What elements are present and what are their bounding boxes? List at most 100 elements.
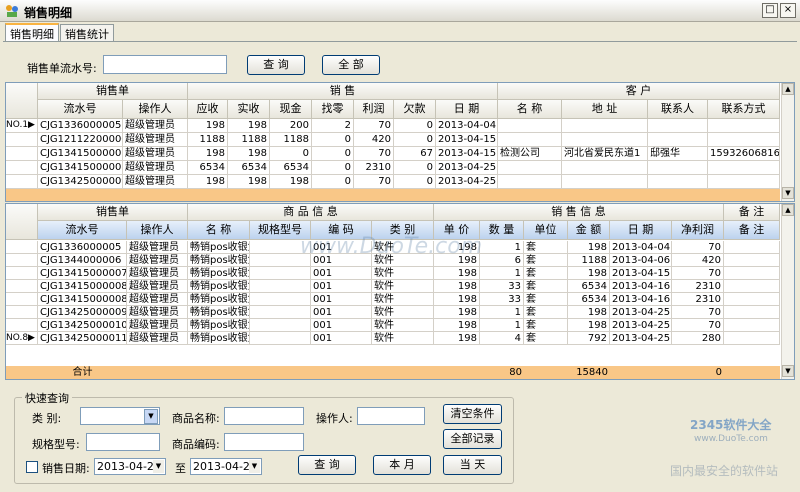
- scroll-up-icon[interactable]: ▲: [782, 204, 794, 216]
- this-month-button[interactable]: 本 月: [373, 455, 431, 475]
- scroll-down-icon[interactable]: ▼: [782, 187, 794, 199]
- table-cell[interactable]: 超级管理员: [127, 267, 188, 280]
- table-cell[interactable]: 畅销pos收银免费版: [188, 319, 250, 332]
- row-header[interactable]: [6, 267, 38, 280]
- table-cell[interactable]: 198: [188, 147, 228, 161]
- table-cell[interactable]: 超级管理员: [127, 293, 188, 306]
- table-cell[interactable]: [648, 119, 708, 133]
- table-cell[interactable]: 检测公司: [498, 147, 562, 161]
- column-header[interactable]: 日 期: [436, 100, 498, 119]
- table-cell[interactable]: 001: [311, 293, 372, 306]
- column-header[interactable]: 备 注: [724, 221, 780, 240]
- table-cell[interactable]: 软件: [372, 332, 434, 345]
- table-cell[interactable]: [648, 161, 708, 175]
- table-cell[interactable]: 畅销pos收银免费版: [188, 332, 250, 345]
- row-header[interactable]: [6, 147, 38, 161]
- table-cell[interactable]: [562, 175, 648, 189]
- table-cell[interactable]: 198: [188, 119, 228, 133]
- operator-input[interactable]: [357, 407, 425, 425]
- table-cell[interactable]: 超级管理员: [127, 241, 188, 254]
- table-cell[interactable]: 198: [434, 267, 480, 280]
- row-header[interactable]: [6, 133, 38, 147]
- column-header[interactable]: 金 额: [568, 221, 610, 240]
- table-cell[interactable]: 198: [228, 175, 270, 189]
- table-cell[interactable]: 1: [480, 306, 524, 319]
- serial-input[interactable]: [103, 55, 227, 74]
- table-cell[interactable]: 198: [434, 319, 480, 332]
- table-cell[interactable]: 198: [568, 267, 610, 280]
- row-header[interactable]: [6, 241, 38, 254]
- column-header[interactable]: 利润: [354, 100, 394, 119]
- column-header[interactable]: 找零: [312, 100, 354, 119]
- table-cell[interactable]: 2013-04-25: [436, 161, 498, 175]
- table-cell[interactable]: 198: [188, 175, 228, 189]
- table-cell[interactable]: 软件: [372, 319, 434, 332]
- table-cell[interactable]: 6534: [228, 161, 270, 175]
- column-header[interactable]: 流水号: [38, 100, 123, 119]
- column-header[interactable]: 现金: [270, 100, 312, 119]
- table-cell[interactable]: [250, 306, 311, 319]
- table-cell[interactable]: [648, 133, 708, 147]
- table-cell[interactable]: [562, 119, 648, 133]
- table-cell[interactable]: 200: [270, 119, 312, 133]
- category-select[interactable]: ▼: [80, 407, 160, 425]
- table-cell[interactable]: 420: [354, 133, 394, 147]
- table-cell[interactable]: [498, 119, 562, 133]
- table-cell[interactable]: 畅销pos收银免费版: [188, 293, 250, 306]
- table-cell[interactable]: [708, 175, 780, 189]
- table-cell[interactable]: 0: [394, 133, 436, 147]
- table-cell[interactable]: CJG121122000002: [38, 133, 123, 147]
- table-cell[interactable]: 2310: [672, 293, 724, 306]
- table-cell[interactable]: 198: [270, 175, 312, 189]
- table-cell[interactable]: 001: [311, 280, 372, 293]
- table-cell[interactable]: 畅销pos收银免费版: [188, 280, 250, 293]
- table-cell[interactable]: 2013-04-04: [436, 119, 498, 133]
- table-cell[interactable]: [708, 133, 780, 147]
- table-cell[interactable]: 6534: [568, 293, 610, 306]
- table-cell[interactable]: [250, 267, 311, 280]
- table-cell[interactable]: 2013-04-04: [610, 241, 672, 254]
- row-header[interactable]: [6, 280, 38, 293]
- show-all-button[interactable]: 全 部: [322, 55, 380, 75]
- column-header[interactable]: 应收: [188, 100, 228, 119]
- table-cell[interactable]: 33: [480, 293, 524, 306]
- table-cell[interactable]: 套: [524, 293, 568, 306]
- table-cell[interactable]: 2013-04-15: [436, 147, 498, 161]
- table-cell[interactable]: 001: [311, 267, 372, 280]
- table-cell[interactable]: 198: [434, 293, 480, 306]
- table-cell[interactable]: 2310: [672, 280, 724, 293]
- table-cell[interactable]: 2: [312, 119, 354, 133]
- table-cell[interactable]: 198: [568, 319, 610, 332]
- table-cell[interactable]: 001: [311, 319, 372, 332]
- table-cell[interactable]: 软件: [372, 306, 434, 319]
- table-cell[interactable]: [708, 119, 780, 133]
- column-header[interactable]: 实收: [228, 100, 270, 119]
- table-cell[interactable]: [724, 241, 780, 254]
- table-cell[interactable]: [708, 161, 780, 175]
- table-cell[interactable]: 套: [524, 241, 568, 254]
- column-header[interactable]: 地 址: [562, 100, 648, 119]
- row-header[interactable]: [6, 293, 38, 306]
- table-cell[interactable]: 0: [270, 147, 312, 161]
- table-cell[interactable]: 超级管理员: [127, 280, 188, 293]
- table-cell[interactable]: 软件: [372, 280, 434, 293]
- table-cell[interactable]: 2013-04-25: [610, 319, 672, 332]
- table-cell[interactable]: 2013-04-16: [610, 293, 672, 306]
- spec-input[interactable]: [86, 433, 160, 451]
- table-cell[interactable]: 套: [524, 254, 568, 267]
- table-cell[interactable]: 198: [434, 280, 480, 293]
- table-cell[interactable]: 0: [394, 161, 436, 175]
- table-cell[interactable]: 70: [354, 147, 394, 161]
- table-cell[interactable]: CJG13415000008: [38, 161, 123, 175]
- table-cell[interactable]: 1188: [568, 254, 610, 267]
- table-cell[interactable]: 0: [394, 175, 436, 189]
- table-cell[interactable]: 畅销pos收银免费版: [188, 254, 250, 267]
- table-cell[interactable]: 420: [672, 254, 724, 267]
- table-cell[interactable]: CJG13425000009: [38, 175, 123, 189]
- all-records-button[interactable]: 全部记录: [443, 429, 502, 449]
- row-header[interactable]: [6, 254, 38, 267]
- table-cell[interactable]: 15932606816: [708, 147, 780, 161]
- table-cell[interactable]: [250, 319, 311, 332]
- table-cell[interactable]: [724, 293, 780, 306]
- orders-grid[interactable]: 销售单销 售客 户流水号 操作人 应收 实收 现金 找零 利润 欠款日 期名 称地 址联系人联…: [5, 82, 795, 202]
